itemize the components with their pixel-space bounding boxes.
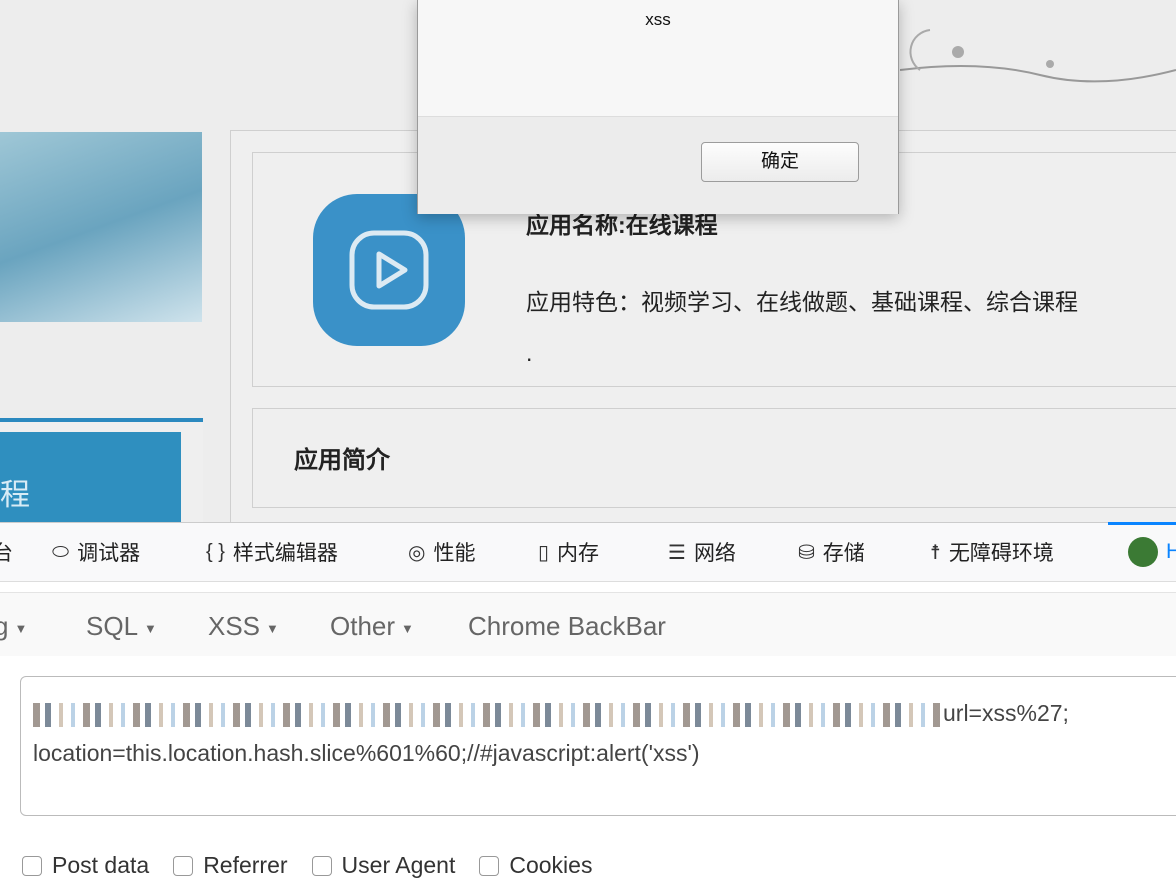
app-features: 应用特色：视频学习、在线做题、基础课程、综合课程	[526, 289, 1078, 315]
tab-network[interactable]: ☰ 网络	[668, 537, 736, 567]
active-tab-indicator	[1108, 522, 1176, 525]
hackbar-icon	[1128, 537, 1158, 567]
tab-accessibility[interactable]: ☨ 无障碍环境	[930, 537, 1054, 567]
tab-label: 样式编辑器	[232, 542, 338, 565]
menu-label: g	[0, 611, 9, 641]
tab-storage[interactable]: ⛁ 存储	[798, 537, 865, 567]
alert-message: xss	[645, 10, 671, 29]
menu-other[interactable]: Other ▼	[330, 611, 414, 642]
tab-label: 网络	[693, 542, 736, 565]
menu-label: Other	[330, 611, 396, 641]
intro-card	[252, 408, 1176, 508]
tab-style-editor[interactable]: { } 样式编辑器	[206, 537, 338, 567]
performance-icon: ◎	[408, 541, 426, 564]
chrome-backbar-button[interactable]: Chrome BackBar	[468, 611, 666, 642]
devtools-tabbar: 台 ⬭ 调试器 { } 样式编辑器 ◎ 性能 ▯ 内存 ☰ 网络 ⛁ 存储 ☨ 无障碍环境 H	[0, 522, 1176, 582]
network-icon: ☰	[668, 541, 686, 564]
tab-label: H	[1166, 540, 1176, 563]
tab-label: 台	[0, 542, 13, 565]
tab-label: 调试器	[77, 542, 141, 565]
tab-console[interactable]: 台	[0, 537, 13, 567]
storage-icon: ⛁	[798, 541, 815, 564]
braces-icon: { }	[206, 540, 225, 563]
menu-label: XSS	[208, 611, 261, 641]
left-nav-item[interactable]: 程	[0, 432, 181, 522]
tab-performance[interactable]: ◎ 性能	[408, 537, 475, 567]
left-nav-label: 程	[0, 479, 30, 512]
caret-down-icon: ▼	[266, 620, 279, 636]
tab-memory[interactable]: ▯ 内存	[538, 537, 599, 567]
caret-down-icon: ▼	[144, 620, 157, 636]
tab-label: 存储	[822, 542, 865, 565]
decoration-trees-icon	[900, 29, 1176, 83]
url-textarea[interactable]: url=xss%27; location=this.location.hash.…	[20, 676, 1176, 816]
url-line-1-text: url=xss%27;	[943, 700, 1069, 726]
memory-icon: ▯	[538, 541, 550, 564]
alert-dialog: xss 确定	[417, 0, 899, 214]
app-dot: .	[526, 340, 533, 366]
hackbar-toolbar: g ▼ SQL ▼ XSS ▼ Other ▼ Chrome BackBar	[0, 592, 1176, 656]
menu-label: SQL	[86, 611, 139, 641]
menu-sql[interactable]: SQL ▼	[86, 611, 157, 642]
url-line-1: url=xss%27;	[33, 693, 1176, 733]
caret-down-icon: ▼	[401, 620, 414, 636]
banner-image	[0, 132, 202, 322]
caret-down-icon: ▼	[14, 620, 28, 636]
play-video-icon	[313, 194, 465, 346]
tab-debugger[interactable]: ⬭ 调试器	[52, 537, 140, 567]
menu-encoding[interactable]: g ▼	[0, 611, 27, 642]
tab-label: 性能	[433, 542, 476, 565]
url-line-2: location=this.location.hash.slice%601%60…	[33, 740, 700, 766]
accessibility-icon: ☨	[930, 541, 941, 564]
menu-xss[interactable]: XSS ▼	[208, 611, 279, 642]
ok-button[interactable]: 确定	[701, 142, 859, 182]
debugger-icon: ⬭	[52, 540, 70, 563]
tab-label: 无障碍环境	[948, 542, 1054, 565]
redacted-url	[33, 702, 943, 727]
tab-hackbar[interactable]: H	[1128, 537, 1176, 567]
tab-label: 内存	[557, 542, 600, 565]
section-title: 应用简介	[294, 447, 390, 474]
